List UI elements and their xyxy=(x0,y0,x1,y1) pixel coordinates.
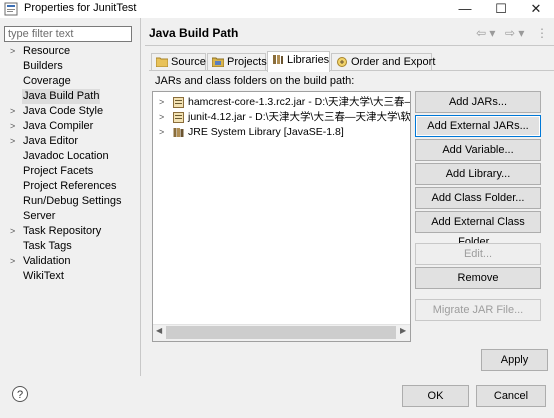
expand-arrow-icon[interactable]: > xyxy=(159,125,164,140)
tree-entry-label: JRE System Library [JavaSE-1.8] xyxy=(188,126,344,138)
nav-item-label: Project Facets xyxy=(23,165,94,177)
nav-item-javadoc-location[interactable]: Javadoc Location xyxy=(0,149,140,164)
nav-item-java-build-path[interactable]: Java Build Path xyxy=(0,89,140,104)
tree-entry-label: junit-4.12.jar - D:\天津大学\大三春—天津大学\软件测 xyxy=(188,111,411,123)
add-external-jars-button[interactable]: Add External JARs... xyxy=(415,115,541,137)
remove-button[interactable]: Remove xyxy=(415,267,541,289)
apply-button[interactable]: Apply xyxy=(481,349,548,371)
expand-arrow-icon[interactable]: > xyxy=(10,104,15,119)
tab-order-and-export[interactable]: Order and Export xyxy=(331,53,435,71)
migrate-jar-button[interactable]: Migrate JAR File... xyxy=(415,299,541,321)
add-external-class-folder-button[interactable]: Add External Class Folder... xyxy=(415,211,541,248)
window-title: Properties for JunitTest xyxy=(24,2,137,14)
libraries-tree[interactable]: > hamcrest-core-1.3.rc2.jar - D:\天津大学\大三… xyxy=(152,91,411,342)
nav-item-java-compiler[interactable]: > Java Compiler xyxy=(0,119,140,134)
projects-icon xyxy=(212,57,224,67)
libraries-icon xyxy=(273,55,283,64)
tree-entry-jre[interactable]: > JRE System Library [JavaSE-1.8] xyxy=(153,125,410,140)
build-path-label: JARs and class folders on the build path… xyxy=(155,75,355,87)
expand-arrow-icon[interactable]: > xyxy=(159,110,164,125)
add-variable-button[interactable]: Add Variable... xyxy=(415,139,541,161)
nav-item-label: Run/Debug Settings xyxy=(23,195,122,207)
expand-arrow-icon[interactable]: > xyxy=(10,134,15,149)
close-button[interactable]: ✕ xyxy=(519,0,553,18)
nav-item-project-references[interactable]: Project References xyxy=(0,179,140,194)
nav-item-label: WikiText xyxy=(23,270,64,282)
nav-item-label: Java Editor xyxy=(23,135,79,147)
nav-item-resource[interactable]: > Resource xyxy=(0,44,140,59)
maximize-button[interactable]: ☐ xyxy=(484,0,518,18)
help-icon[interactable]: ? xyxy=(12,386,28,402)
nav-item-java-editor[interactable]: > Java Editor xyxy=(0,134,140,149)
app-icon xyxy=(4,2,18,16)
nav-item-validation[interactable]: > Validation xyxy=(0,254,140,269)
nav-item-wikitext[interactable]: WikiText xyxy=(0,269,140,284)
expand-arrow-icon[interactable]: > xyxy=(10,44,15,59)
jar-icon xyxy=(173,112,184,123)
nav-item-label: Java Build Path xyxy=(22,89,101,104)
nav-item-project-facets[interactable]: Project Facets xyxy=(0,164,140,179)
nav-item-label: Java Compiler xyxy=(23,120,94,132)
nav-item-java-code-style[interactable]: > Java Code Style xyxy=(0,104,140,119)
nav-item-label: Task Repository xyxy=(23,225,102,237)
nav-item-label: Javadoc Location xyxy=(23,150,109,162)
jar-icon xyxy=(173,97,184,108)
ok-button[interactable]: OK xyxy=(402,385,469,407)
cancel-button[interactable]: Cancel xyxy=(476,385,546,407)
expand-arrow-icon[interactable]: > xyxy=(10,119,15,134)
expand-arrow-icon[interactable]: > xyxy=(10,254,15,269)
add-class-folder-button[interactable]: Add Class Folder... xyxy=(415,187,541,209)
nav-item-label: Server xyxy=(23,210,56,222)
vertical-divider[interactable] xyxy=(140,18,141,376)
nav-item-label: Validation xyxy=(23,255,71,267)
edit-button[interactable]: Edit... xyxy=(415,243,541,265)
nav-item-builders[interactable]: Builders xyxy=(0,59,140,74)
scroll-right-icon[interactable]: ▶ xyxy=(400,326,406,335)
order-export-icon xyxy=(337,57,347,67)
library-icon xyxy=(173,128,184,137)
add-library-button[interactable]: Add Library... xyxy=(415,163,541,185)
nav-item-task-repository[interactable]: > Task Repository xyxy=(0,224,140,239)
nav-item-label: Task Tags xyxy=(23,240,72,252)
nav-item-label: Coverage xyxy=(23,75,71,87)
scroll-left-icon[interactable]: ◀ xyxy=(156,326,162,335)
tab-projects[interactable]: Projects xyxy=(207,53,267,71)
nav-item-task-tags[interactable]: Task Tags xyxy=(0,239,140,254)
source-folder-icon xyxy=(156,57,168,67)
tree-entry-hamcrest[interactable]: > hamcrest-core-1.3.rc2.jar - D:\天津大学\大三… xyxy=(153,95,411,110)
nav-item-label: Java Code Style xyxy=(23,105,104,117)
expand-arrow-icon[interactable]: > xyxy=(10,224,15,239)
nav-item-label: Resource xyxy=(23,45,71,57)
nav-item-run-debug-settings[interactable]: Run/Debug Settings xyxy=(0,194,140,209)
nav-item-coverage[interactable]: Coverage xyxy=(0,74,140,89)
expand-arrow-icon[interactable]: > xyxy=(159,95,164,110)
scrollbar-thumb[interactable] xyxy=(166,326,396,339)
filter-input[interactable]: type filter text xyxy=(4,26,132,42)
back-arrow-icon[interactable]: ⇦ ▾ xyxy=(476,26,495,40)
tree-entry-junit[interactable]: > junit-4.12.jar - D:\天津大学\大三春—天津大学\软件测 xyxy=(153,110,411,125)
view-menu-icon[interactable]: ⋮ xyxy=(536,26,548,40)
nav-item-server[interactable]: Server xyxy=(0,209,140,224)
tree-entry-label: hamcrest-core-1.3.rc2.jar - D:\天津大学\大三春—… xyxy=(188,96,411,108)
minimize-button[interactable]: — xyxy=(448,0,482,18)
tab-libraries[interactable]: Libraries xyxy=(267,51,330,72)
page-title: Java Build Path xyxy=(149,26,239,40)
header-divider xyxy=(145,45,554,46)
add-jars-button[interactable]: Add JARs... xyxy=(415,91,541,113)
nav-item-label: Builders xyxy=(23,60,63,72)
tab-source[interactable]: Source xyxy=(151,53,206,71)
nav-item-label: Project References xyxy=(23,180,117,192)
forward-arrow-icon[interactable]: ⇨ ▾ xyxy=(505,26,524,40)
